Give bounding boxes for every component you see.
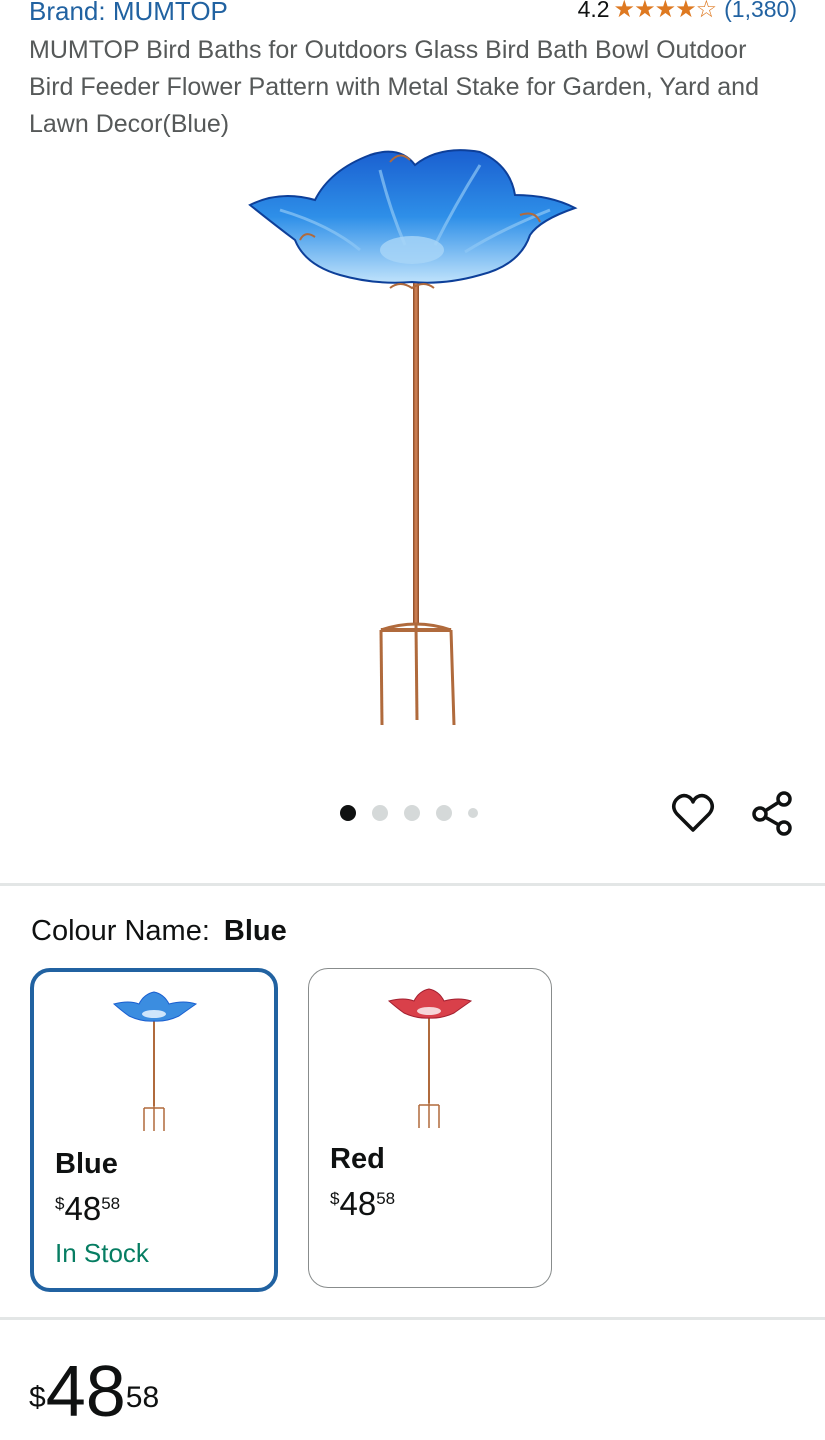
bird-bath-blue-image (248, 149, 578, 726)
bird-bath-red-thumbnail (387, 988, 473, 1128)
image-carousel-dots[interactable] (340, 805, 478, 821)
wishlist-button[interactable] (670, 790, 716, 836)
stock-status: In Stock (55, 1238, 149, 1268)
price-whole: 48 (45, 1352, 126, 1432)
price-fraction: 58 (125, 1381, 160, 1414)
product-image[interactable] (240, 140, 585, 740)
product-page: Brand: MUMTOP 4.2 ★ ★ ★ ★ ☆ (1,380) MUMT… (0, 0, 825, 1440)
share-button[interactable] (750, 790, 796, 836)
star-empty-icon: ☆ (695, 0, 717, 23)
carousel-dot[interactable] (372, 805, 388, 821)
carousel-dot[interactable] (436, 805, 452, 821)
section-divider (0, 883, 825, 886)
colour-name-label: Colour Name: Blue (31, 915, 287, 948)
product-title: MUMTOP Bird Baths for Outdoors Glass Bir… (29, 36, 759, 138)
colour-option-blue[interactable]: Blue $4858 In Stock (30, 968, 278, 1292)
rating[interactable]: 4.2 ★ ★ ★ ★ ☆ (1,380) (578, 0, 797, 23)
colour-option-name: Red (330, 1143, 385, 1175)
price-currency: $ (29, 1381, 46, 1414)
star-filled-icon: ★ (675, 0, 696, 23)
colour-option-price: $4858 (55, 1190, 121, 1227)
brand-rating-row: Brand: MUMTOP 4.2 ★ ★ ★ ★ ☆ (1,380) (29, 0, 797, 30)
colour-selected-value: Blue (223, 915, 287, 947)
share-icon (752, 791, 792, 836)
colour-option-price: $4858 (330, 1185, 396, 1222)
colour-option-red[interactable]: Red $4858 (308, 968, 552, 1288)
review-count-link[interactable]: (1,380) (724, 0, 797, 23)
product-price: $4858 (29, 1352, 159, 1432)
brand-link[interactable]: Brand: MUMTOP (29, 0, 228, 27)
carousel-dot[interactable] (404, 805, 420, 821)
heart-icon (672, 793, 714, 832)
colour-option-name: Blue (55, 1148, 118, 1180)
star-filled-icon: ★ (634, 0, 655, 23)
rating-value: 4.2 (577, 0, 610, 22)
colour-label-prefix: Colour Name: (31, 915, 210, 947)
section-divider (0, 1317, 825, 1320)
star-rating: ★ ★ ★ ★ ☆ (613, 0, 718, 23)
bird-bath-blue-thumbnail (112, 991, 198, 1131)
carousel-dot[interactable] (468, 808, 478, 818)
carousel-dot[interactable] (340, 805, 356, 821)
star-filled-icon: ★ (613, 0, 635, 23)
star-filled-icon: ★ (654, 0, 676, 23)
